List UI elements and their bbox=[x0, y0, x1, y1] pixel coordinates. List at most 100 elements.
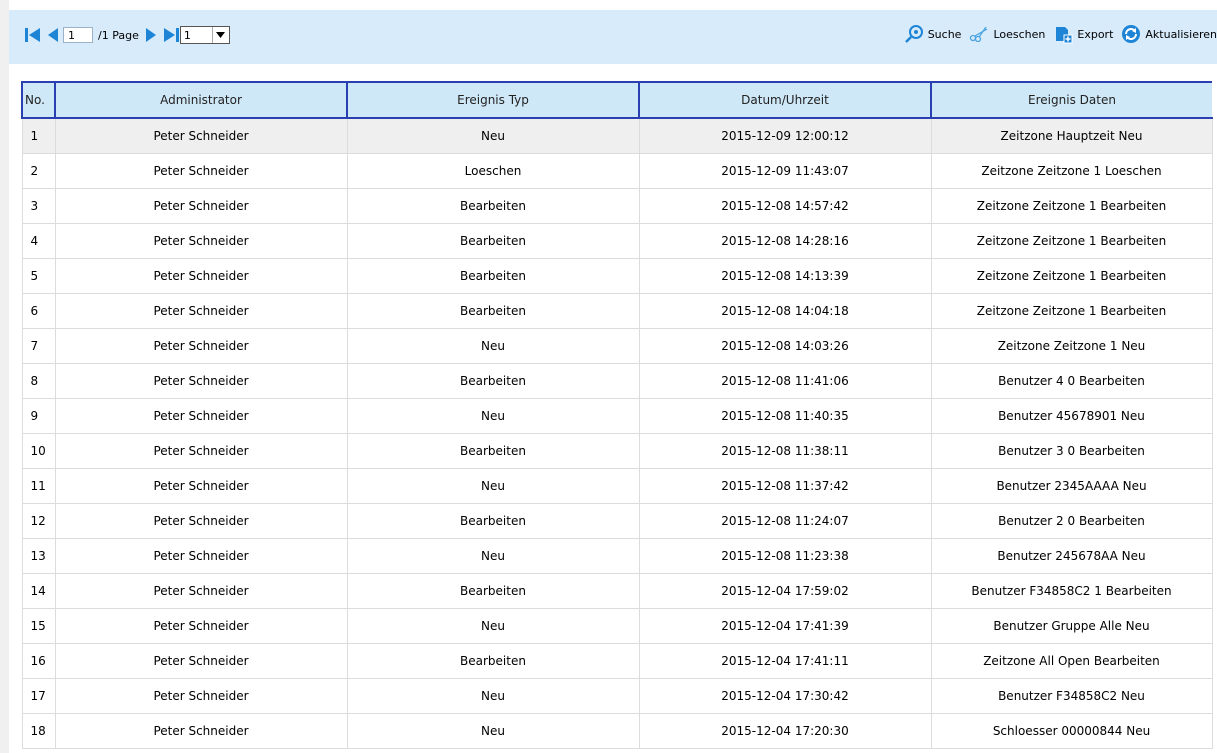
table-row[interactable]: 1 Peter Schneider Neu 2015-12-09 12:00:12 Ze… bbox=[21, 117, 1213, 154]
table-row[interactable]: 15 Peter Schneider Neu 2015-12-04 17:41:39 B… bbox=[21, 608, 1213, 644]
column-header-event-type[interactable]: Ereignis Typ bbox=[346, 81, 639, 119]
cell-administrator: Peter Schneider bbox=[54, 398, 348, 434]
next-page-icon[interactable] bbox=[145, 27, 157, 43]
table-row[interactable]: 7 Peter Schneider Neu 2015-12-08 14:03:26 Ze… bbox=[21, 328, 1213, 364]
cell-no: 8 bbox=[21, 363, 56, 399]
delete-button[interactable]: Loeschen bbox=[969, 26, 1045, 42]
cell-event-data: Zeitzone Zeitzone 1 Loeschen bbox=[930, 153, 1213, 189]
cell-administrator: Peter Schneider bbox=[54, 293, 348, 329]
cell-event-data: Schloesser 00000844 Neu bbox=[930, 713, 1213, 749]
table-row[interactable]: 3 Peter Schneider Bearbeiten 2015-12-08 14:… bbox=[21, 188, 1213, 224]
cell-no: 15 bbox=[21, 608, 56, 644]
table-row[interactable]: 2 Peter Schneider Loeschen 2015-12-09 11:43… bbox=[21, 153, 1213, 189]
cell-no: 11 bbox=[21, 468, 56, 504]
table-row[interactable]: 14 Peter Schneider Bearbeiten 2015-12-04 17… bbox=[21, 573, 1213, 609]
cell-datetime: 2015-12-08 11:41:06 bbox=[638, 363, 932, 399]
first-page-icon[interactable] bbox=[25, 27, 41, 43]
cell-datetime: 2015-12-09 11:43:07 bbox=[638, 153, 932, 189]
cell-event-data: Benutzer Gruppe Alle Neu bbox=[930, 608, 1213, 644]
cell-administrator: Peter Schneider bbox=[54, 433, 348, 469]
cell-event-data: Benutzer 45678901 Neu bbox=[930, 398, 1213, 434]
table-row[interactable]: 12 Peter Schneider Bearbeiten 2015-12-08 11… bbox=[21, 503, 1213, 539]
page-select-value: 1 bbox=[183, 28, 191, 42]
cell-event-type: Neu bbox=[346, 713, 640, 749]
cell-datetime: 2015-12-08 14:28:16 bbox=[638, 223, 932, 259]
export-label: Export bbox=[1077, 27, 1114, 41]
cell-event-type: Loeschen bbox=[346, 153, 640, 189]
cell-datetime: 2015-12-08 11:24:07 bbox=[638, 503, 932, 539]
table-row[interactable]: 4 Peter Schneider Bearbeiten 2015-12-08 14:… bbox=[21, 223, 1213, 259]
cell-no: 7 bbox=[21, 328, 56, 364]
pagination: /1 Page 1 bbox=[25, 24, 230, 46]
cell-administrator: Peter Schneider bbox=[54, 468, 348, 504]
cell-no: 1 bbox=[21, 117, 56, 154]
table-row[interactable]: 18 Peter Schneider Neu 2015-12-04 17:20:30 S… bbox=[21, 713, 1213, 749]
cell-event-data: Zeitzone Zeitzone 1 Bearbeiten bbox=[930, 223, 1213, 259]
chevron-down-icon bbox=[211, 27, 229, 43]
cell-no: 10 bbox=[21, 433, 56, 469]
cell-event-type: Bearbeiten bbox=[346, 573, 640, 609]
last-page-icon[interactable] bbox=[163, 27, 179, 43]
cell-datetime: 2015-12-08 14:57:42 bbox=[638, 188, 932, 224]
cell-event-type: Bearbeiten bbox=[346, 258, 640, 294]
page-select[interactable]: 1 bbox=[179, 26, 230, 44]
column-header-no[interactable]: No. bbox=[21, 81, 55, 119]
table-row[interactable]: 16 Peter Schneider Bearbeiten 2015-12-04 17… bbox=[21, 643, 1213, 679]
event-log-table: No. Administrator Ereignis Typ Datum/Uhr… bbox=[21, 81, 1213, 749]
cell-no: 14 bbox=[21, 573, 56, 609]
cell-event-type: Neu bbox=[346, 608, 640, 644]
cell-datetime: 2015-12-08 14:03:26 bbox=[638, 328, 932, 364]
cell-no: 16 bbox=[21, 643, 56, 679]
column-header-datetime[interactable]: Datum/Uhrzeit bbox=[638, 81, 931, 119]
cell-event-data: Benutzer 3 0 Bearbeiten bbox=[930, 433, 1213, 469]
export-button[interactable]: Export bbox=[1053, 24, 1113, 44]
cell-administrator: Peter Schneider bbox=[54, 328, 348, 364]
cell-event-type: Neu bbox=[346, 328, 640, 364]
cell-event-data: Benutzer 4 0 Bearbeiten bbox=[930, 363, 1213, 399]
cell-event-data: Zeitzone Zeitzone 1 Bearbeiten bbox=[930, 258, 1213, 294]
toolbar-actions: Suche Loeschen Export Aktualisieren bbox=[896, 22, 1217, 46]
table-row[interactable]: 13 Peter Schneider Neu 2015-12-08 11:23:38 B… bbox=[21, 538, 1213, 574]
cell-event-data: Zeitzone Zeitzone 1 Neu bbox=[930, 328, 1213, 364]
cell-event-type: Bearbeiten bbox=[346, 433, 640, 469]
table-row[interactable]: 9 Peter Schneider Neu 2015-12-08 11:40:35 Be… bbox=[21, 398, 1213, 434]
table-row[interactable]: 8 Peter Schneider Bearbeiten 2015-12-08 11:… bbox=[21, 363, 1213, 399]
cell-event-data: Zeitzone Zeitzone 1 Bearbeiten bbox=[930, 188, 1213, 224]
table-row[interactable]: 10 Peter Schneider Bearbeiten 2015-12-08 11… bbox=[21, 433, 1213, 469]
delete-label: Loeschen bbox=[993, 27, 1046, 41]
scissors-icon bbox=[970, 26, 988, 42]
cell-datetime: 2015-12-04 17:41:11 bbox=[638, 643, 932, 679]
column-header-event-data[interactable]: Ereignis Daten bbox=[930, 81, 1212, 119]
cell-datetime: 2015-12-08 11:40:35 bbox=[638, 398, 932, 434]
cell-administrator: Peter Schneider bbox=[54, 153, 348, 189]
column-header-administrator[interactable]: Administrator bbox=[54, 81, 347, 119]
cell-datetime: 2015-12-08 11:37:42 bbox=[638, 468, 932, 504]
cell-administrator: Peter Schneider bbox=[54, 503, 348, 539]
refresh-button[interactable]: Aktualisieren bbox=[1121, 24, 1217, 44]
table-row[interactable]: 17 Peter Schneider Neu 2015-12-04 17:30:42 B… bbox=[21, 678, 1213, 714]
cell-event-type: Neu bbox=[346, 538, 640, 574]
cell-datetime: 2015-12-04 17:30:42 bbox=[638, 678, 932, 714]
table-row[interactable]: 11 Peter Schneider Neu 2015-12-08 11:37:42 B… bbox=[21, 468, 1213, 504]
cell-no: 6 bbox=[21, 293, 56, 329]
table-row[interactable]: 6 Peter Schneider Bearbeiten 2015-12-08 14:… bbox=[21, 293, 1213, 329]
cell-event-type: Neu bbox=[346, 117, 640, 154]
cell-administrator: Peter Schneider bbox=[54, 608, 348, 644]
export-icon bbox=[1056, 27, 1073, 44]
cell-administrator: Peter Schneider bbox=[54, 363, 348, 399]
page-number-input[interactable] bbox=[63, 27, 93, 43]
cell-no: 4 bbox=[21, 223, 56, 259]
cell-datetime: 2015-12-04 17:20:30 bbox=[638, 713, 932, 749]
cell-administrator: Peter Schneider bbox=[54, 223, 348, 259]
cell-no: 5 bbox=[21, 258, 56, 294]
cell-administrator: Peter Schneider bbox=[54, 713, 348, 749]
cell-event-type: Neu bbox=[346, 398, 640, 434]
cell-no: 18 bbox=[21, 713, 56, 749]
cell-event-type: Bearbeiten bbox=[346, 503, 640, 539]
cell-administrator: Peter Schneider bbox=[54, 678, 348, 714]
table-row[interactable]: 5 Peter Schneider Bearbeiten 2015-12-08 14:… bbox=[21, 258, 1213, 294]
cell-datetime: 2015-12-04 17:41:39 bbox=[638, 608, 932, 644]
search-button[interactable]: Suche bbox=[904, 24, 961, 44]
page-total-label: /1 Page bbox=[98, 28, 139, 42]
previous-page-icon[interactable] bbox=[47, 27, 59, 43]
